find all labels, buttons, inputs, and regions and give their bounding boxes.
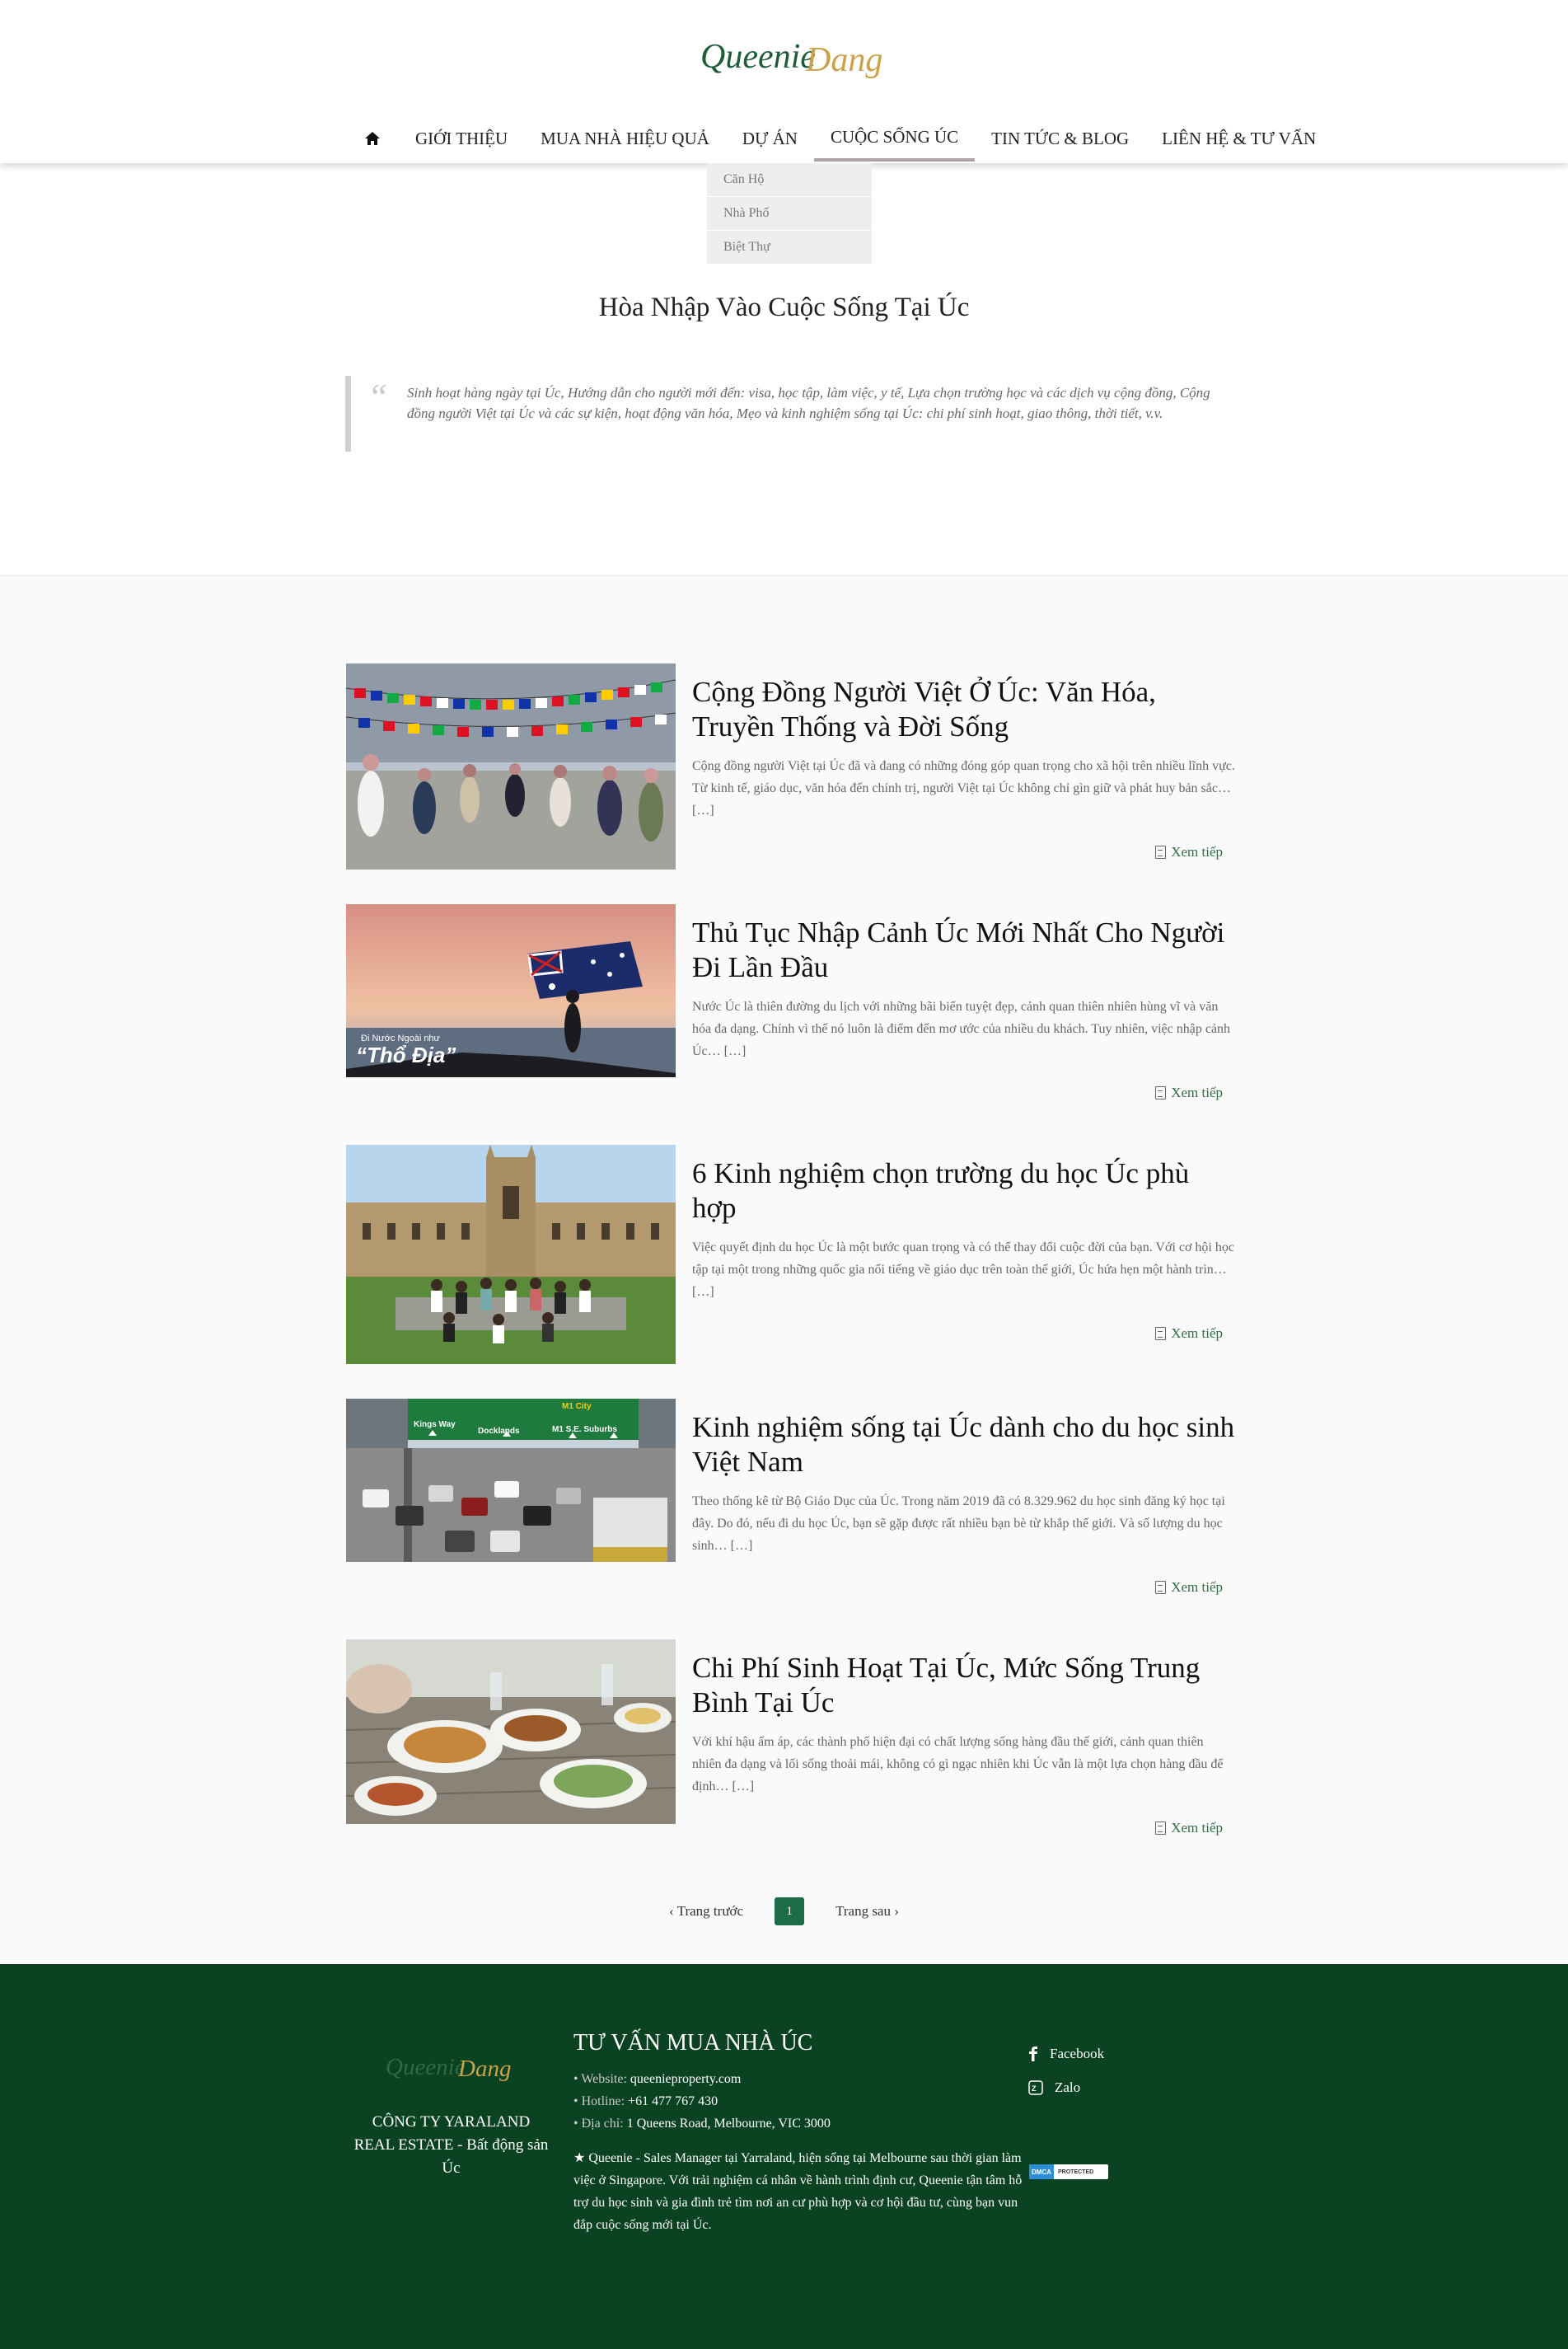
post-title[interactable]: Cộng Đồng Người Việt Ở Úc: Văn Hóa, Truy… <box>692 675 1236 744</box>
post-excerpt: Theo thống kê từ Bộ Giáo Dục của Úc. Tro… <box>692 1494 1225 1553</box>
footer-about-text: ★ Queenie - Sales Manager tại Yarraland,… <box>573 2151 1023 2232</box>
footer-social-links: Facebook Z Zalo <box>1028 2037 1104 2104</box>
footer-hotline-row: • Hotline: +61 477 767 430 <box>573 2090 1035 2112</box>
dmca-badge[interactable]: DMCA PROTECTED <box>1029 2164 1108 2179</box>
nav-item-gioi-thieu[interactable]: Giới thiệu <box>399 115 524 162</box>
footer-company-name: CÔNG TY YARALAND REAL ESTATE - Bất động … <box>353 2113 549 2177</box>
svg-text:Dang: Dang <box>457 2056 511 2082</box>
post-thumbnail[interactable]: Kings Way Docklands M1 City M1 S.E. Subu… <box>346 1399 676 1562</box>
hotline-link[interactable]: +61 477 767 430 <box>628 2094 718 2108</box>
facebook-label: Facebook <box>1050 2045 1105 2061</box>
facebook-icon <box>1029 2046 1037 2061</box>
post-excerpt: Việc quyết định du học Úc là một bước qu… <box>692 1240 1234 1299</box>
address-label: • Địa chỉ: <box>573 2117 624 2131</box>
read-more-label: Xem tiếp <box>1171 1325 1223 1341</box>
footer-logo[interactable]: Queenie Dang <box>386 2043 517 2089</box>
post-thumbnail[interactable] <box>346 663 676 870</box>
flag-sunset-image: Đi Nước Ngoài như “Thổ Địa” <box>346 904 676 1077</box>
food-table-image <box>346 1639 676 1824</box>
nav-item-tin-tuc[interactable]: Tin tức & Blog <box>975 115 1145 162</box>
prev-page-link[interactable]: ‹ Trang trước <box>669 1903 743 1920</box>
document-icon <box>1155 1822 1167 1835</box>
quote-icon: “ <box>367 377 388 417</box>
site-logo[interactable]: Queenie Dang <box>699 25 888 86</box>
site-header: Queenie Dang Giới thiệu Mua nhà hiệu quả… <box>0 0 1568 163</box>
svg-text:M1 S.E. Suburbs: M1 S.E. Suburbs <box>552 1425 617 1434</box>
read-more-link[interactable]: Xem tiếp <box>1155 1579 1223 1596</box>
hotline-label: • Hotline: <box>573 2094 625 2108</box>
prev-page-label: Trang trước <box>676 1903 744 1919</box>
document-icon <box>1155 1327 1167 1340</box>
quote-text: Sinh hoạt hàng ngày tại Úc, Hướng dẫn ch… <box>407 385 1210 421</box>
read-more-label: Xem tiếp <box>1171 1820 1223 1836</box>
nav-item-cuoc-song-uc[interactable]: Cuộc sống Úc <box>813 115 976 162</box>
read-more-link[interactable]: Xem tiếp <box>1155 844 1223 860</box>
read-more-label: Xem tiếp <box>1171 844 1223 860</box>
post-excerpt: Với khí hậu ấm áp, các thành phố hiện đạ… <box>692 1735 1224 1793</box>
post-thumbnail[interactable]: Đi Nước Ngoài như “Thổ Địa” <box>346 904 676 1077</box>
post-excerpt: Cộng đồng người Việt tại Úc đã và đang c… <box>692 759 1235 818</box>
nav-item-du-an[interactable]: Dự án <box>726 115 814 162</box>
site-footer: Queenie Dang CÔNG TY YARALAND REAL ESTAT… <box>0 1964 1568 2349</box>
zalo-link[interactable]: Z Zalo <box>1028 2070 1104 2104</box>
du-an-dropdown: Căn Hộ Nhà Phố Biệt Thự <box>707 163 872 265</box>
next-page-label: Trang sau <box>835 1903 891 1919</box>
dmca-right: PROTECTED <box>1058 2168 1094 2175</box>
page-title: Hòa Nhập Vào Cuộc Sống Tại Úc <box>598 293 970 322</box>
street-festival-image <box>346 663 676 870</box>
post-excerpt: Nước Úc là thiên đường du lịch với những… <box>692 1000 1231 1058</box>
svg-text:Kings Way: Kings Way <box>414 1420 456 1429</box>
svg-text:Queenie: Queenie <box>700 38 816 76</box>
document-icon <box>1155 846 1167 859</box>
nav-item-lien-he[interactable]: Liên hệ & Tư vấn <box>1145 115 1332 162</box>
document-icon <box>1155 1086 1167 1099</box>
pagination: ‹ Trang trước 1 Trang sau › <box>0 1897 1568 1925</box>
home-icon <box>365 132 380 145</box>
nav-home[interactable] <box>346 115 399 162</box>
university-building-image <box>346 1145 676 1364</box>
dropdown-item-nha-pho[interactable]: Nhà Phố <box>707 197 872 231</box>
footer-heading: TƯ VẤN MUA NHÀ ÚC <box>573 2030 813 2056</box>
nav-item-mua-nha[interactable]: Mua nhà hiệu quả <box>524 115 726 162</box>
zalo-label: Zalo <box>1055 2079 1081 2095</box>
svg-text:M1 City: M1 City <box>562 1402 592 1411</box>
post-title[interactable]: Thủ Tục Nhập Cảnh Úc Mới Nhất Cho Người … <box>692 916 1236 985</box>
post-title[interactable]: Kinh nghiệm sống tại Úc dành cho du học … <box>692 1410 1236 1479</box>
freeway-signs-image: Kings Way Docklands M1 City M1 S.E. Subu… <box>346 1399 676 1562</box>
read-more-link[interactable]: Xem tiếp <box>1155 1085 1223 1101</box>
current-page-number[interactable]: 1 <box>775 1897 805 1925</box>
post-thumbnail[interactable] <box>346 1639 676 1824</box>
read-more-label: Xem tiếp <box>1171 1085 1223 1100</box>
footer-website-row: • Website: queenieproperty.com <box>573 2068 1035 2090</box>
intro-quote: “ Sinh hoạt hàng ngày tại Úc, Hướng dẫn … <box>345 376 1229 452</box>
svg-text:Queenie: Queenie <box>386 2054 466 2080</box>
website-label: • Website: <box>573 2072 627 2086</box>
post-title[interactable]: 6 Kinh nghiệm chọn trường du học Úc phù … <box>692 1156 1236 1226</box>
post-thumbnail[interactable] <box>346 1145 676 1364</box>
next-page-link[interactable]: Trang sau › <box>835 1903 899 1920</box>
post-title[interactable]: Chi Phí Sinh Hoạt Tại Úc, Mức Sống Trung… <box>692 1651 1236 1720</box>
read-more-link[interactable]: Xem tiếp <box>1155 1325 1223 1342</box>
svg-text:Docklands: Docklands <box>478 1427 520 1436</box>
footer-contact-info: • Website: queenieproperty.com • Hotline… <box>573 2068 1035 2135</box>
document-icon <box>1155 1581 1167 1594</box>
address-text: 1 Queens Road, Melbourne, VIC 3000 <box>626 2117 831 2131</box>
website-link[interactable]: queenieproperty.com <box>630 2072 741 2086</box>
chevron-left-icon: ‹ <box>669 1903 677 1919</box>
svg-text:Z: Z <box>1032 2084 1037 2093</box>
chevron-right-icon: › <box>890 1903 899 1919</box>
svg-text:Dang: Dang <box>805 41 882 79</box>
dropdown-item-can-ho[interactable]: Căn Hộ <box>707 163 872 197</box>
read-more-link[interactable]: Xem tiếp <box>1155 1820 1223 1836</box>
dropdown-item-biet-thu[interactable]: Biệt Thự <box>707 231 872 265</box>
footer-address-row: • Địa chỉ: 1 Queens Road, Melbourne, VIC… <box>573 2112 1035 2135</box>
dmca-left: DMCA <box>1029 2164 1054 2179</box>
read-more-label: Xem tiếp <box>1171 1579 1223 1595</box>
facebook-link[interactable]: Facebook <box>1028 2037 1104 2070</box>
zalo-icon: Z <box>1028 2079 1043 2095</box>
svg-text:“Thổ Địa”: “Thổ Địa” <box>356 1043 456 1067</box>
main-nav: Giới thiệu Mua nhà hiệu quả Dự án Cuộc s… <box>346 115 1332 162</box>
